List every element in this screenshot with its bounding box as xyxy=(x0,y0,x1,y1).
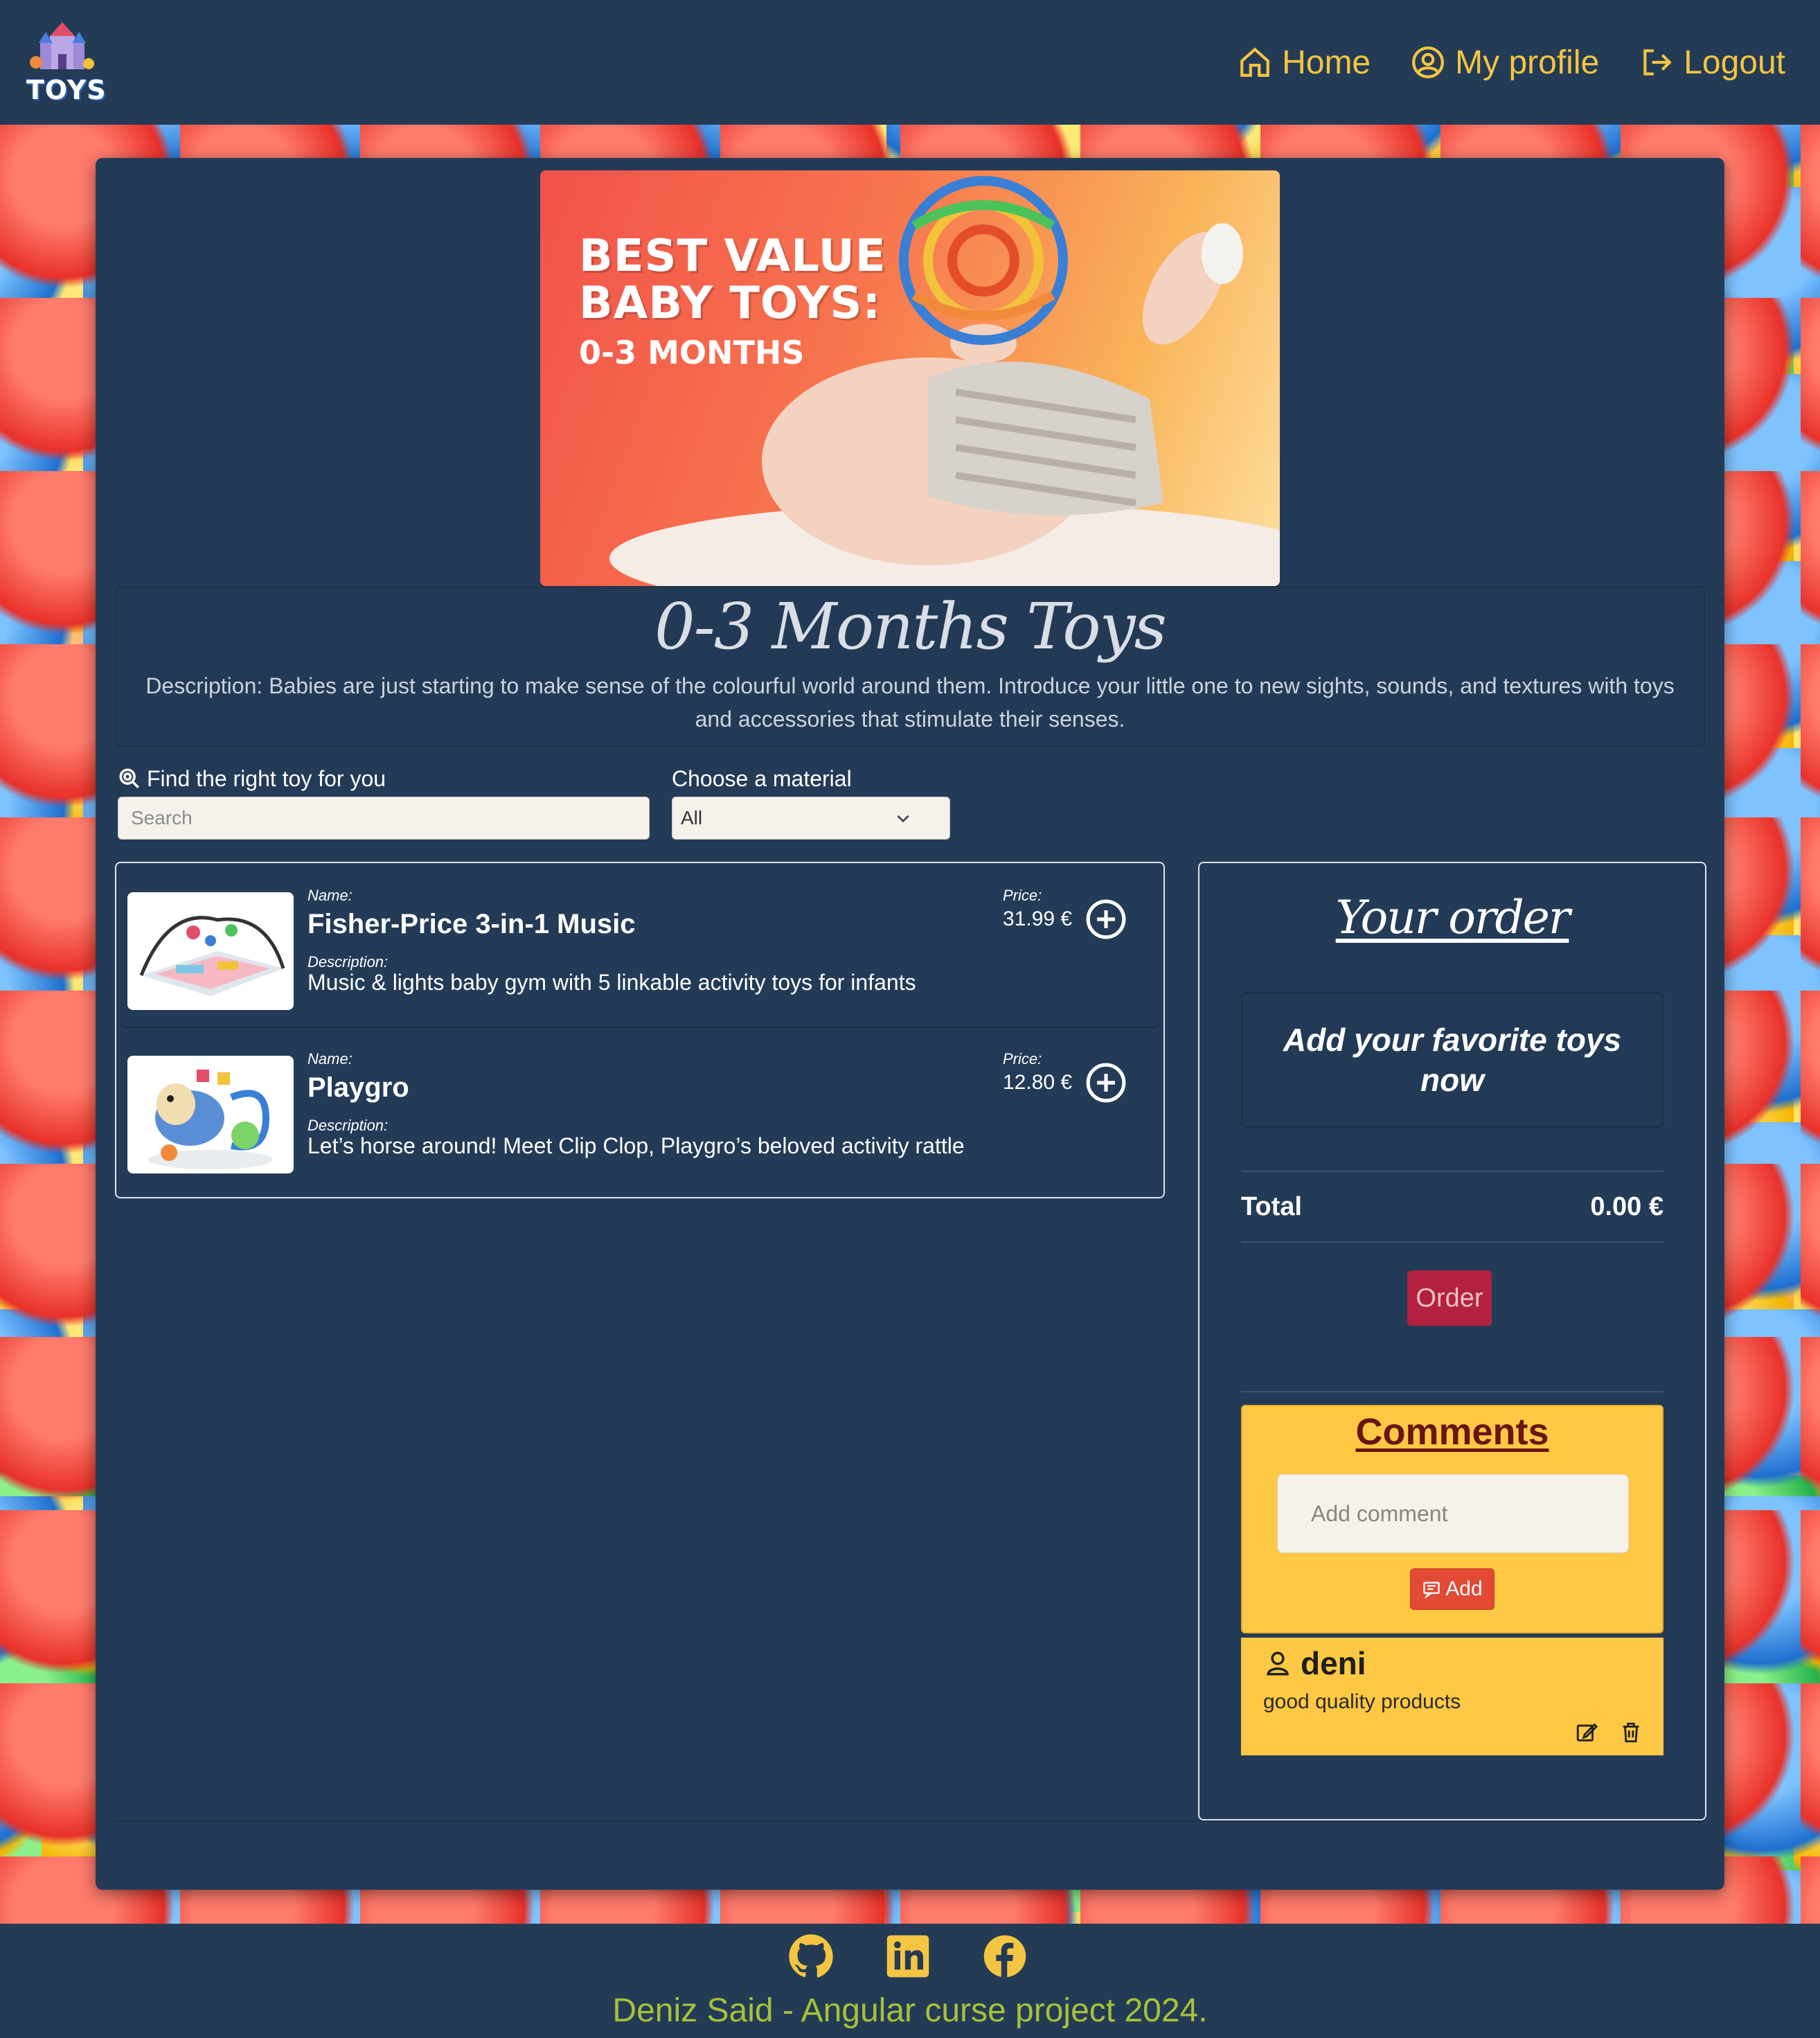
comment-author: deni xyxy=(1263,1645,1366,1682)
order-title: Your order xyxy=(1335,891,1571,944)
add-to-order-button[interactable] xyxy=(1085,898,1127,941)
order-total-row: Total 0.00 € xyxy=(1241,1171,1663,1243)
material-select[interactable]: All xyxy=(672,797,950,840)
search-label-text: Find the right toy for you xyxy=(147,765,386,791)
comment-author-name: deni xyxy=(1301,1645,1366,1681)
comment-icon xyxy=(1423,1581,1440,1599)
plus-circle-icon xyxy=(1086,1063,1126,1103)
github-icon[interactable] xyxy=(788,1933,834,1979)
product-list: Name: Fisher-Price 3-in-1 Music Descript… xyxy=(115,862,1165,1198)
product-name-label: Name: xyxy=(307,1050,353,1067)
product-card: Name: Playgro Description: Let’s horse a… xyxy=(121,1039,1159,1191)
trash-icon[interactable] xyxy=(1619,1721,1643,1744)
nav-logout-label: Logout xyxy=(1684,44,1785,81)
category-banner: BEST VALUE BABY TOYS: 0-3 MONTHS xyxy=(540,170,1280,586)
plus-circle-icon xyxy=(1086,899,1126,939)
user-circle-icon xyxy=(1412,46,1445,78)
add-to-order-button[interactable] xyxy=(1085,1061,1127,1104)
social-links xyxy=(788,1933,1028,1979)
product-image xyxy=(127,1056,294,1173)
filters-bar: Find the right toy for you Search Choose… xyxy=(118,765,1711,840)
comment-input[interactable]: Add comment xyxy=(1277,1474,1629,1553)
product-description-label: Description: xyxy=(307,953,389,971)
nav-my-profile-label: My profile xyxy=(1455,44,1600,81)
order-total-label: Total xyxy=(1241,1191,1302,1221)
product-name-label: Name: xyxy=(307,887,353,904)
add-comment-label: Add xyxy=(1445,1577,1483,1600)
logo-text: TOYS xyxy=(26,75,107,105)
banner-text: BEST VALUE BABY TOYS: 0-3 MONTHS xyxy=(579,233,886,371)
search-icon xyxy=(119,768,140,789)
comments-section: Comments Add comment Add xyxy=(1241,1405,1663,1633)
product-description: Music & lights baby gym with 5 linkable … xyxy=(307,970,916,995)
baby-gym-image xyxy=(139,916,285,996)
add-comment-button[interactable]: Add xyxy=(1410,1568,1495,1610)
nav-home-label: Home xyxy=(1282,44,1371,81)
search-input[interactable]: Search xyxy=(118,797,650,840)
divider xyxy=(115,1820,1705,1822)
nav-logout[interactable]: Logout xyxy=(1639,44,1785,82)
search-filter: Find the right toy for you Search xyxy=(118,765,650,840)
material-filter: Choose a material All xyxy=(672,765,950,840)
category-description: Description: Babies are just starting to… xyxy=(145,673,1675,732)
product-name: Fisher-Price 3-in-1 Music xyxy=(307,909,636,939)
nav-home[interactable]: Home xyxy=(1238,44,1371,82)
facebook-icon[interactable] xyxy=(982,1933,1028,1979)
chevron-down-icon xyxy=(897,815,909,823)
product-description-label: Description: xyxy=(307,1117,389,1134)
banner-line-2: BABY TOYS: xyxy=(579,278,882,329)
main-nav: Home My profile Logout xyxy=(1238,44,1785,82)
category-title: 0-3 Months Toys xyxy=(654,590,1167,664)
home-icon xyxy=(1240,47,1269,77)
product-price: 31.99 € xyxy=(1003,907,1073,930)
castle-icon xyxy=(30,22,94,69)
product-price-label: Price: xyxy=(1003,887,1042,904)
divider xyxy=(1241,1391,1663,1392)
product-image xyxy=(127,892,294,1010)
product-name: Playgro xyxy=(307,1072,409,1103)
order-empty-message: Add your favorite toys now xyxy=(1241,992,1663,1128)
order-button[interactable]: Order xyxy=(1407,1270,1492,1326)
linkedin-icon[interactable] xyxy=(885,1933,931,1979)
product-price: 12.80 € xyxy=(1003,1071,1073,1094)
product-description: Let’s horse around! Meet Clip Clop, Play… xyxy=(307,1133,965,1158)
top-navbar: TOYS Home My profile Logout xyxy=(0,0,1820,125)
footer-text: Deniz Said - Angular curse project 2024. xyxy=(612,1992,1208,2029)
comment-text: good quality products xyxy=(1263,1690,1461,1713)
logout-icon xyxy=(1643,49,1672,76)
order-total-value: 0.00 € xyxy=(1590,1191,1663,1221)
nav-my-profile[interactable]: My profile xyxy=(1411,44,1599,82)
comments-title: Comments xyxy=(1355,1411,1549,1453)
category-info: 0-3 Months Toys Description: Babies are … xyxy=(115,586,1705,747)
order-sidebar: Your order Add your favorite toys now To… xyxy=(1198,862,1706,1820)
toys-logo[interactable]: TOYS xyxy=(24,19,106,105)
banner-line-3: 0-3 MONTHS xyxy=(579,334,805,371)
banner-line-1: BEST VALUE xyxy=(579,231,886,282)
material-select-value: All xyxy=(681,807,703,829)
user-icon xyxy=(1266,1651,1290,1676)
main-panel: BEST VALUE BABY TOYS: 0-3 MONTHS 0-3 Mon… xyxy=(96,158,1724,1890)
product-price-label: Price: xyxy=(1003,1050,1042,1067)
footer: Deniz Said - Angular curse project 2024. xyxy=(0,1924,1820,2038)
material-label: Choose a material xyxy=(672,765,852,791)
comment-actions xyxy=(1575,1721,1643,1744)
search-label: Find the right toy for you xyxy=(118,765,650,792)
horse-rattle-image xyxy=(148,1070,273,1169)
edit-icon[interactable] xyxy=(1575,1721,1598,1744)
product-card: Name: Fisher-Price 3-in-1 Music Descript… xyxy=(121,876,1159,1028)
comment-card: deni good quality products xyxy=(1241,1638,1663,1755)
